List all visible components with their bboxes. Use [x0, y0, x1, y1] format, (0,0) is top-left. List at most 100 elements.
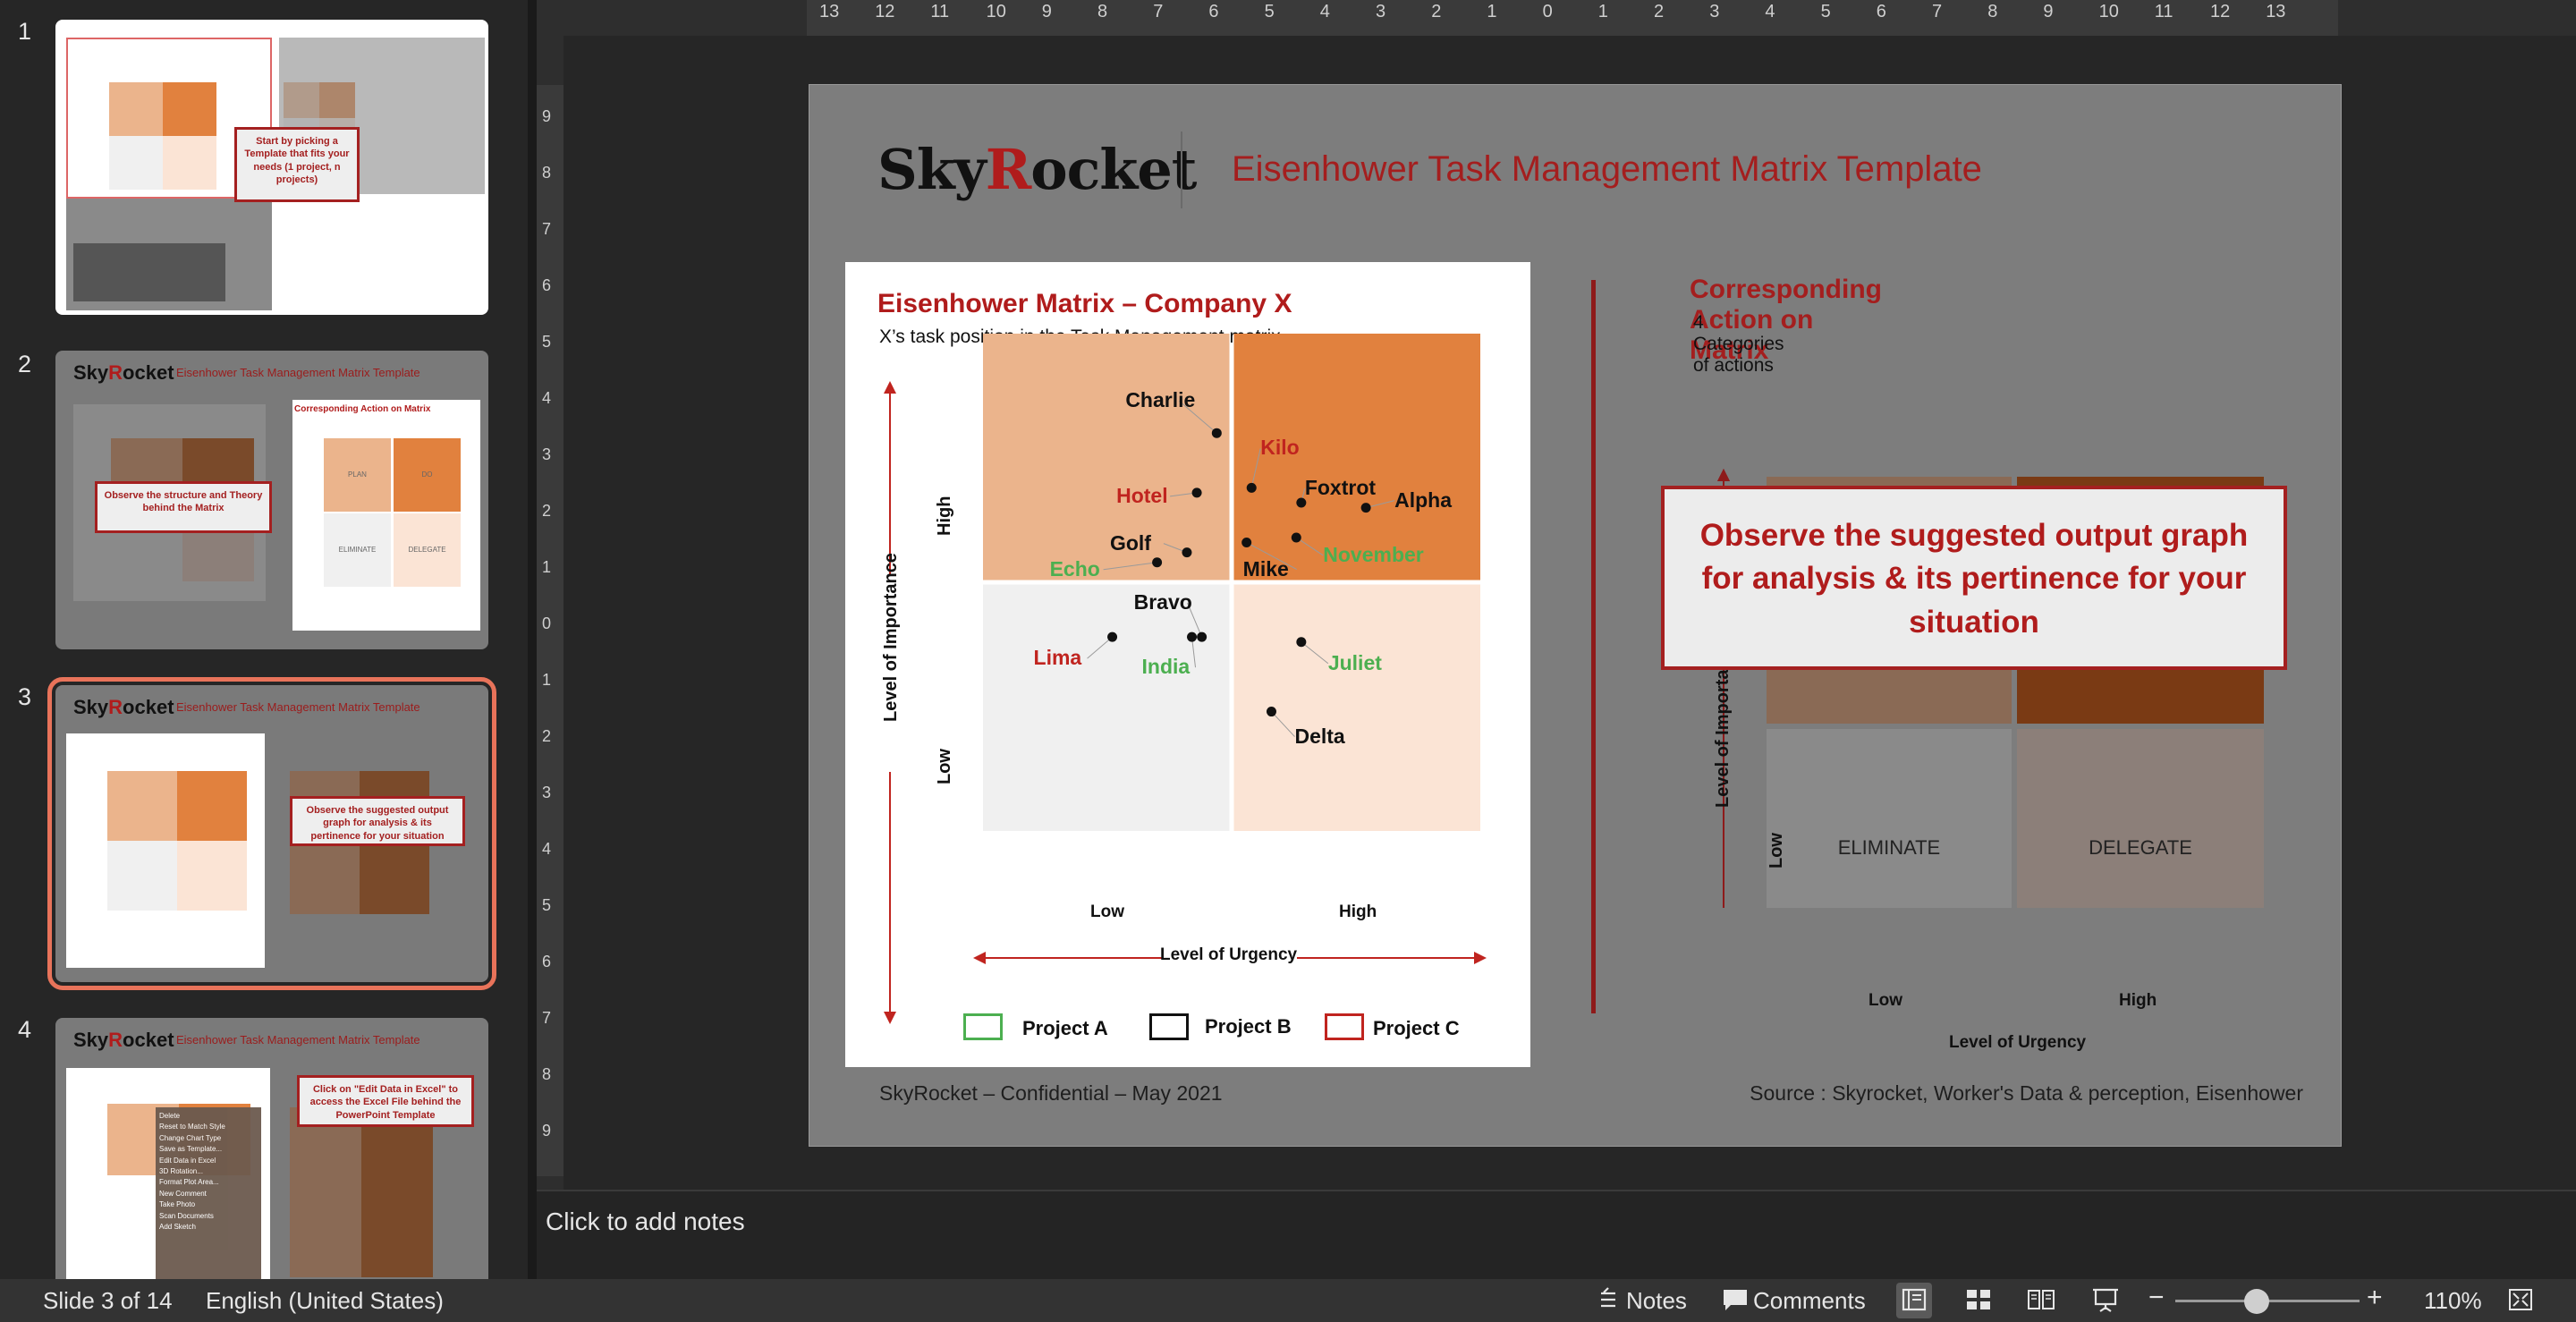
data-point-juliet[interactable]	[1296, 637, 1307, 648]
data-point-charlie[interactable]	[1211, 428, 1222, 438]
thumb-2-card-title: Corresponding Action on Matrix	[294, 404, 431, 414]
ruler-left-tick: 4	[542, 840, 552, 858]
data-point-lima[interactable]	[1107, 631, 1118, 642]
data-point-kilo[interactable]	[1246, 482, 1257, 493]
zoom-level[interactable]: 110%	[2424, 1287, 2482, 1315]
ruler-left-tick: 1	[542, 558, 552, 576]
ruler-top-tick: 9	[2043, 2, 2054, 21]
ruler-top-tick: 11	[2154, 2, 2174, 21]
instruction-callout[interactable]: Observe the suggested output graph for a…	[1661, 486, 2287, 670]
ruler-top-tick: 7	[1153, 2, 1164, 21]
legend-project-b: Project B	[1205, 1015, 1292, 1038]
data-point-hotel[interactable]	[1191, 487, 1202, 498]
ruler-top-tick: 9	[1041, 2, 1052, 21]
point-label-november[interactable]: November	[1323, 543, 1423, 567]
point-label-golf[interactable]: Golf	[1110, 531, 1151, 555]
slide-thumbnail-2[interactable]: SkyRocket Eisenhower Task Management Mat…	[55, 351, 488, 649]
slide-title[interactable]: Eisenhower Task Management Matrix Templa…	[1232, 149, 1982, 190]
ruler-left-tick: 3	[542, 784, 552, 801]
ruler-top-tick: 4	[1319, 2, 1330, 21]
ruler-top-tick: 2	[1654, 2, 1665, 21]
thumb-2-title: Eisenhower Task Management Matrix Templa…	[176, 366, 420, 379]
slide-thumbnail-4[interactable]: SkyRocket Eisenhower Task Management Mat…	[55, 1018, 488, 1279]
ruler-top-tick: 10	[2098, 2, 2119, 21]
notes-icon[interactable]	[1592, 1284, 1624, 1315]
thumb-4-title: Eisenhower Task Management Matrix Templa…	[176, 1033, 420, 1047]
ruler-left-tick: 5	[542, 896, 552, 914]
zoom-out-button[interactable]: −	[2148, 1283, 2165, 1313]
data-point-bravo[interactable]	[1197, 631, 1208, 642]
slide-thumbnails-panel[interactable]: 1 Start by picking a Template that fits …	[0, 0, 528, 1279]
panel-divider[interactable]	[528, 0, 537, 1279]
point-label-alpha[interactable]: Alpha	[1394, 488, 1452, 513]
ruler-top-tick: 13	[819, 2, 840, 21]
data-point-mike[interactable]	[1241, 538, 1252, 548]
ruler-left-tick: 6	[542, 276, 552, 294]
point-label-hotel[interactable]: Hotel	[1116, 484, 1168, 508]
data-point-echo[interactable]	[1152, 557, 1163, 568]
thumb-2-callout: Observe the structure and Theory behind …	[95, 481, 272, 533]
data-point-golf[interactable]	[1182, 547, 1192, 558]
slideshow-icon[interactable]	[2089, 1284, 2122, 1315]
slide-sorter-icon[interactable]	[1962, 1284, 1995, 1315]
ruler-top-tick: 0	[1542, 2, 1553, 21]
vertical-ruler[interactable]: 9 8 7 6 5 4 3 2 1 0 1 2 3 4 5 6 7 8 9	[537, 36, 564, 1190]
slide-footer-confidential[interactable]: SkyRocket – Confidential – May 2021	[879, 1081, 1223, 1106]
thumb-4-callout: Click on "Edit Data in Excel" to access …	[297, 1075, 474, 1127]
point-label-delta[interactable]: Delta	[1294, 725, 1344, 749]
fit-to-window-icon[interactable]	[2504, 1284, 2537, 1315]
thumb-2-cell-eliminate: ELIMINATE	[324, 513, 391, 587]
point-label-kilo[interactable]: Kilo	[1260, 436, 1299, 460]
point-label-echo[interactable]: Echo	[1050, 557, 1100, 581]
ruler-left-tick: 6	[542, 953, 552, 970]
slide-counter: Slide 3 of 14	[43, 1287, 173, 1314]
language-indicator[interactable]: English (United States)	[206, 1287, 444, 1315]
slide-footer-source[interactable]: Source : Skyrocket, Worker's Data & perc…	[1750, 1081, 2303, 1106]
normal-view-icon[interactable]	[1898, 1284, 1930, 1315]
thumb-number-4: 4	[18, 1016, 32, 1043]
thumb-3-logo: SkyRocket	[73, 696, 174, 718]
data-point-november[interactable]	[1291, 532, 1301, 543]
point-label-bravo[interactable]: Bravo	[1134, 590, 1192, 614]
legend-project-c: Project C	[1373, 1017, 1460, 1039]
point-label-juliet[interactable]: Juliet	[1328, 651, 1382, 675]
slide-thumbnail-1[interactable]: Start by picking a Template that fits yo…	[55, 20, 488, 315]
ruler-left-tick: 9	[542, 1122, 552, 1140]
comments-button[interactable]: Comments	[1753, 1287, 1866, 1315]
ruler-left-tick: 0	[542, 614, 552, 632]
zoom-slider-thumb[interactable]	[2243, 1289, 2269, 1314]
current-slide[interactable]: SkyRocket Eisenhower Task Management Mat…	[809, 84, 2342, 1147]
thumb-4-logo: SkyRocket	[73, 1029, 174, 1051]
ruler-left-tick: 4	[542, 389, 552, 407]
notes-pane[interactable]: Click to add notes	[537, 1190, 2576, 1279]
ruler-top-tick: 4	[1765, 2, 1775, 21]
horizontal-ruler[interactable]: 13 12 11 10 9 8 7 6 5 4 3 2 1 0 1 2 3 4 5 6 7 8 9 10 11 12 13	[537, 0, 2576, 36]
comments-icon[interactable]	[1719, 1284, 1751, 1315]
data-point-alpha[interactable]	[1360, 503, 1371, 513]
slide-thumbnail-3[interactable]: SkyRocket Eisenhower Task Management Mat…	[47, 677, 496, 990]
zoom-in-button[interactable]: +	[2367, 1283, 2383, 1313]
quadrant-plan	[983, 334, 1230, 580]
reading-view-icon[interactable]	[2025, 1284, 2057, 1315]
y-axis-label: Level of Importance	[881, 553, 901, 722]
point-label-foxtrot[interactable]: Foxtrot	[1305, 476, 1376, 500]
data-point-india[interactable]	[1187, 631, 1198, 642]
eisenhower-matrix-card[interactable]: Eisenhower Matrix – Company X X’s task p…	[845, 262, 1530, 1067]
legend-swatch-project-c	[1325, 1013, 1364, 1040]
ruler-top-tick: 11	[930, 2, 950, 21]
divider-line	[1591, 280, 1596, 1013]
point-label-charlie[interactable]: Charlie	[1125, 388, 1195, 412]
x-tick-low: Low	[1090, 903, 1124, 921]
notes-placeholder[interactable]: Click to add notes	[546, 1208, 745, 1236]
point-label-india[interactable]: India	[1142, 655, 1191, 679]
data-point-delta[interactable]	[1266, 707, 1276, 717]
ruler-left-tick: 2	[542, 727, 552, 745]
ruler-top-tick: 2	[1431, 2, 1442, 21]
legend-swatch-project-b	[1149, 1013, 1189, 1040]
ruler-top-tick: 8	[1097, 2, 1108, 21]
notes-button[interactable]: Notes	[1626, 1287, 1687, 1315]
point-label-mike[interactable]: Mike	[1243, 557, 1289, 581]
ruler-left-tick: 1	[542, 671, 552, 689]
ruler-left-tick: 5	[542, 333, 552, 351]
point-label-lima[interactable]: Lima	[1034, 646, 1082, 670]
